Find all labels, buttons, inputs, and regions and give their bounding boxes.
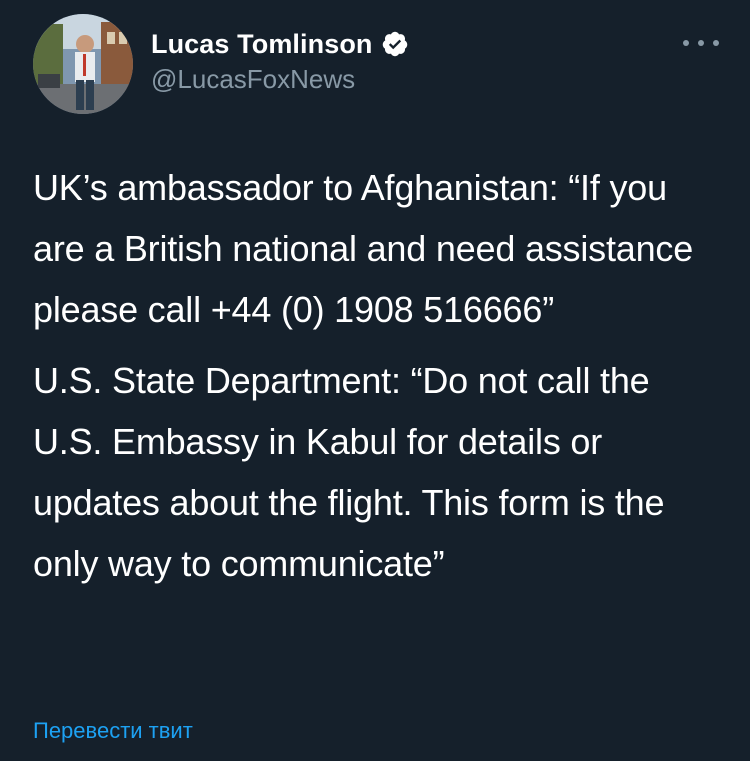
tweet-paragraph: U.S. State Department: “Do not call the … [33, 360, 665, 584]
author-handle[interactable]: @LucasFoxNews [151, 64, 355, 95]
tweet-card: Lucas Tomlinson @LucasFoxNews UK’s ambas… [0, 0, 750, 761]
translate-tweet-link[interactable]: Перевести твит [33, 718, 193, 744]
more-options-icon[interactable] [683, 36, 719, 50]
more-dot [683, 40, 689, 46]
avatar-photo [33, 14, 133, 114]
author-name-row[interactable]: Lucas Tomlinson [151, 27, 409, 61]
more-dot [698, 40, 704, 46]
tweet-text: UK’s ambassador to Afghanistan: “If you … [33, 157, 723, 594]
author-display-name[interactable]: Lucas Tomlinson [151, 29, 373, 60]
verified-badge-icon [381, 30, 409, 58]
tweet-paragraph: UK’s ambassador to Afghanistan: “If you … [33, 167, 694, 330]
more-dot [713, 40, 719, 46]
avatar[interactable] [33, 14, 133, 114]
